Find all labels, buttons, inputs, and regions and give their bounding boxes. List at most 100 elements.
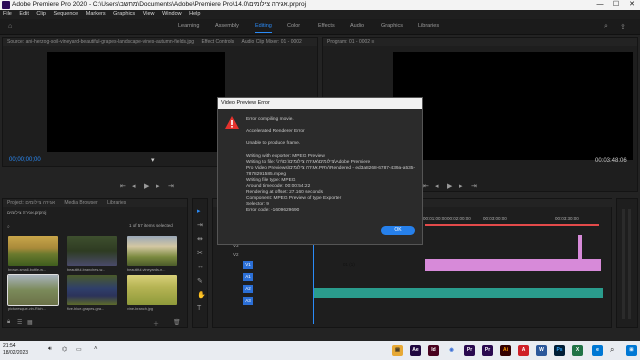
network-icon[interactable]: ⌬: [62, 346, 67, 353]
illustrator-icon[interactable]: Ai: [500, 345, 511, 356]
workspace-effects[interactable]: Effects: [318, 23, 335, 29]
workspace-learning[interactable]: Learning: [178, 23, 199, 29]
search-taskbar-icon[interactable]: ⌕: [610, 345, 614, 355]
track-label-v1[interactable]: V1: [243, 261, 253, 269]
after-effects-icon[interactable]: Ae: [410, 345, 421, 356]
pen-tool-icon[interactable]: ✎: [197, 277, 203, 285]
source-video-frame[interactable]: [47, 52, 225, 152]
thumb-beautiful-vineyards[interactable]: [127, 236, 177, 266]
items-selected-count: 1 of 57 items selected: [129, 223, 173, 228]
type-tool-icon[interactable]: T: [197, 305, 201, 312]
video-preview-error-dialog: Video Preview Error Error compiling movi…: [217, 97, 423, 245]
ripple-edit-tool-icon[interactable]: ⇹: [197, 235, 203, 243]
minimize-button[interactable]: —: [592, 0, 608, 10]
folder-icon[interactable]: ▤: [392, 345, 403, 356]
step-back-icon[interactable]: ⇤: [423, 182, 429, 190]
tab-libraries[interactable]: Libraries: [107, 200, 126, 206]
tab-source[interactable]: Source: ani-herzog-soil-vineyard-beautif…: [7, 39, 194, 45]
battery-icon[interactable]: ▭: [76, 346, 82, 353]
share-icon[interactable]: ⇪: [620, 23, 626, 31]
new-item-icon[interactable]: ＋: [153, 319, 159, 328]
tab-effect-controls[interactable]: Effect Controls: [201, 39, 234, 45]
source-timecode[interactable]: 00;00;00;00: [9, 157, 41, 163]
error-line: Around timecode: 00:00:54:22: [246, 184, 311, 189]
workspace-color[interactable]: Color: [287, 23, 300, 29]
dialog-title: Video Preview Error: [218, 98, 422, 109]
source-step-forward-icon[interactable]: ⇥: [168, 182, 174, 190]
word-icon[interactable]: W: [536, 345, 547, 356]
tab-project[interactable]: Project: אגירה צילומים: [7, 200, 55, 206]
menu-edit[interactable]: Edit: [16, 10, 31, 19]
source-back-frame-icon[interactable]: ◂: [132, 182, 136, 190]
menu-help[interactable]: Help: [186, 10, 203, 19]
workspace-editing[interactable]: Editing: [255, 23, 272, 33]
source-play-icon[interactable]: ▶: [144, 182, 149, 190]
home-icon[interactable]: ⌂: [8, 23, 12, 30]
tab-program[interactable]: Program: 01 - 0002 ≡: [327, 39, 374, 45]
menu-graphics[interactable]: Graphics: [110, 10, 138, 19]
chevron-up-icon[interactable]: ˄: [94, 346, 98, 352]
photoshop-icon[interactable]: Ps: [554, 345, 565, 356]
ok-button[interactable]: OK: [381, 226, 415, 235]
audio-clip-track[interactable]: [313, 288, 603, 298]
excel-icon[interactable]: X: [572, 345, 583, 356]
maximize-button[interactable]: ☐: [608, 0, 624, 10]
thumb-vine-branch[interactable]: [127, 275, 177, 305]
thumb-beautiful-branches[interactable]: [67, 236, 117, 266]
premiere-taskbar-icon[interactable]: Pr: [464, 345, 475, 356]
menu-file[interactable]: File: [0, 10, 15, 19]
track-label-a2[interactable]: A2: [243, 285, 253, 293]
workspace-audio[interactable]: Audio: [350, 23, 364, 29]
list-view-icon[interactable]: ☰: [17, 319, 22, 326]
taskbar-clock[interactable]: 21:54 18/02/2023: [3, 343, 28, 357]
tab-audio-clip-mixer[interactable]: Audio Clip Mixer: 01 - 0002: [242, 39, 302, 45]
workspace-graphics[interactable]: Graphics: [381, 23, 403, 29]
source-forward-frame-icon[interactable]: ▸: [156, 182, 160, 190]
selection-tool-icon[interactable]: ▸: [197, 207, 201, 215]
menu-clip[interactable]: Clip: [33, 10, 48, 19]
track-label-a3[interactable]: A3: [243, 297, 253, 305]
lock-icon[interactable]: 🔒︎: [7, 319, 10, 326]
hand-tool-icon[interactable]: ✋: [197, 291, 206, 299]
acrobat-icon[interactable]: A: [518, 345, 529, 356]
thumb-five-blue-grapes[interactable]: [67, 275, 117, 305]
indesign-icon[interactable]: Id: [428, 345, 439, 356]
chrome-icon[interactable]: ◉: [446, 345, 457, 356]
source-panel-tabs: Source: ani-herzog-soil-vineyard-beautif…: [3, 38, 317, 46]
menu-view[interactable]: View: [140, 10, 158, 19]
workspace-libraries[interactable]: Libraries: [418, 23, 439, 29]
volume-icon[interactable]: 🔊︎: [48, 346, 52, 353]
source-step-back-icon[interactable]: ⇤: [120, 182, 126, 190]
track-select-tool-icon[interactable]: ⇥: [197, 221, 203, 229]
razor-tool-icon[interactable]: ✂: [197, 249, 203, 257]
thumb-brown-small-bottle[interactable]: [8, 236, 58, 266]
error-line: Unable to produce frame.: [246, 141, 301, 146]
play-icon[interactable]: ▶: [447, 182, 452, 190]
windows-start-icon[interactable]: ⊞: [626, 345, 637, 356]
window-title: Adobe Premiere Pro 2020 - C:\Users\מחשב\…: [12, 1, 307, 8]
video-clip-track[interactable]: [425, 259, 601, 271]
edge-icon[interactable]: e: [592, 345, 603, 356]
workspace-assembly[interactable]: Assembly: [215, 23, 239, 29]
back-frame-icon[interactable]: ◂: [435, 182, 439, 190]
search-icon[interactable]: ⌕: [604, 23, 608, 31]
premiere-taskbar-icon-2[interactable]: Pr: [482, 345, 493, 356]
step-forward-icon[interactable]: ⇥: [471, 182, 477, 190]
program-video-frame[interactable]: [393, 52, 633, 160]
slip-tool-icon[interactable]: ↔: [197, 263, 204, 270]
menu-window[interactable]: Window: [159, 10, 185, 19]
project-search-icon[interactable]: ⌕: [7, 224, 10, 230]
close-button[interactable]: ✕: [624, 0, 640, 10]
trash-icon[interactable]: 🗑︎: [173, 319, 181, 326]
forward-frame-icon[interactable]: ▸: [459, 182, 463, 190]
icon-view-icon[interactable]: ▦: [27, 319, 33, 326]
menu-markers[interactable]: Markers: [83, 10, 109, 19]
thumb-picturesque-vin[interactable]: [7, 274, 59, 306]
video-clip-upper[interactable]: [578, 235, 582, 259]
tab-media-browser[interactable]: Media Browser: [64, 200, 97, 206]
playhead-icon[interactable]: ▾: [151, 156, 155, 164]
menu-sequence[interactable]: Sequence: [50, 10, 81, 19]
track-label-a1[interactable]: A1: [243, 273, 253, 281]
error-line: Rendering at offset: 27.160 seconds: [246, 190, 323, 195]
track-label-v2[interactable]: V2: [233, 252, 239, 257]
